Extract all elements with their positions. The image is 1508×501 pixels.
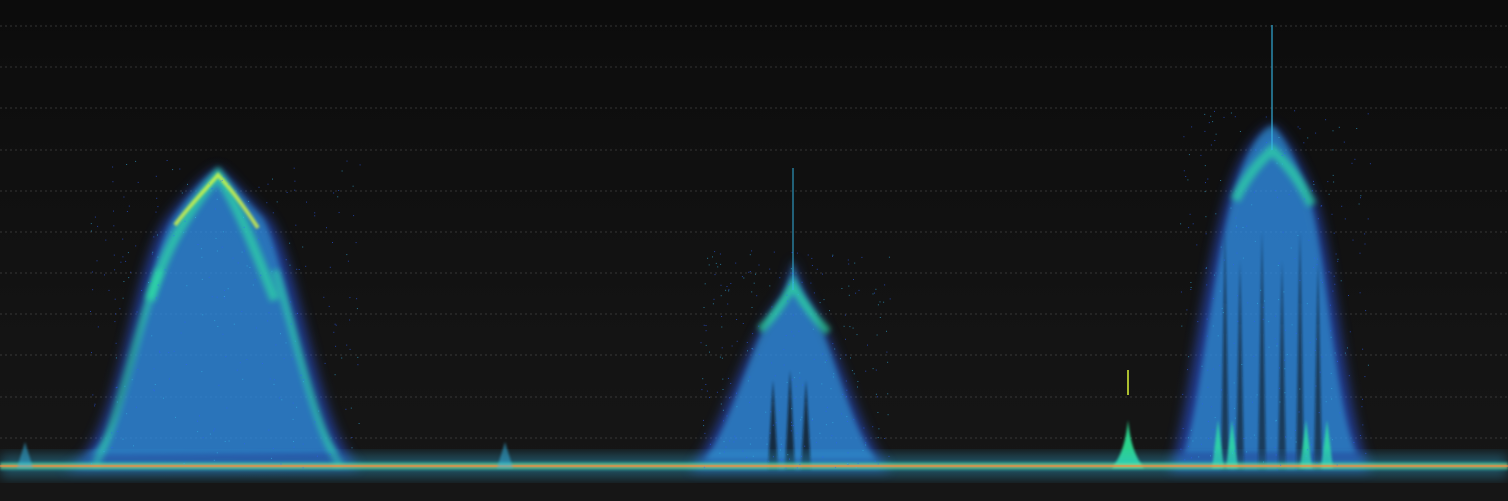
carrier-spike (1112, 370, 1144, 468)
signal-3 (1170, 125, 1370, 470)
spectrum-persistence-display[interactable] (0, 0, 1508, 501)
spectrum-plot[interactable] (0, 0, 1508, 501)
signal-traces (60, 25, 1370, 470)
